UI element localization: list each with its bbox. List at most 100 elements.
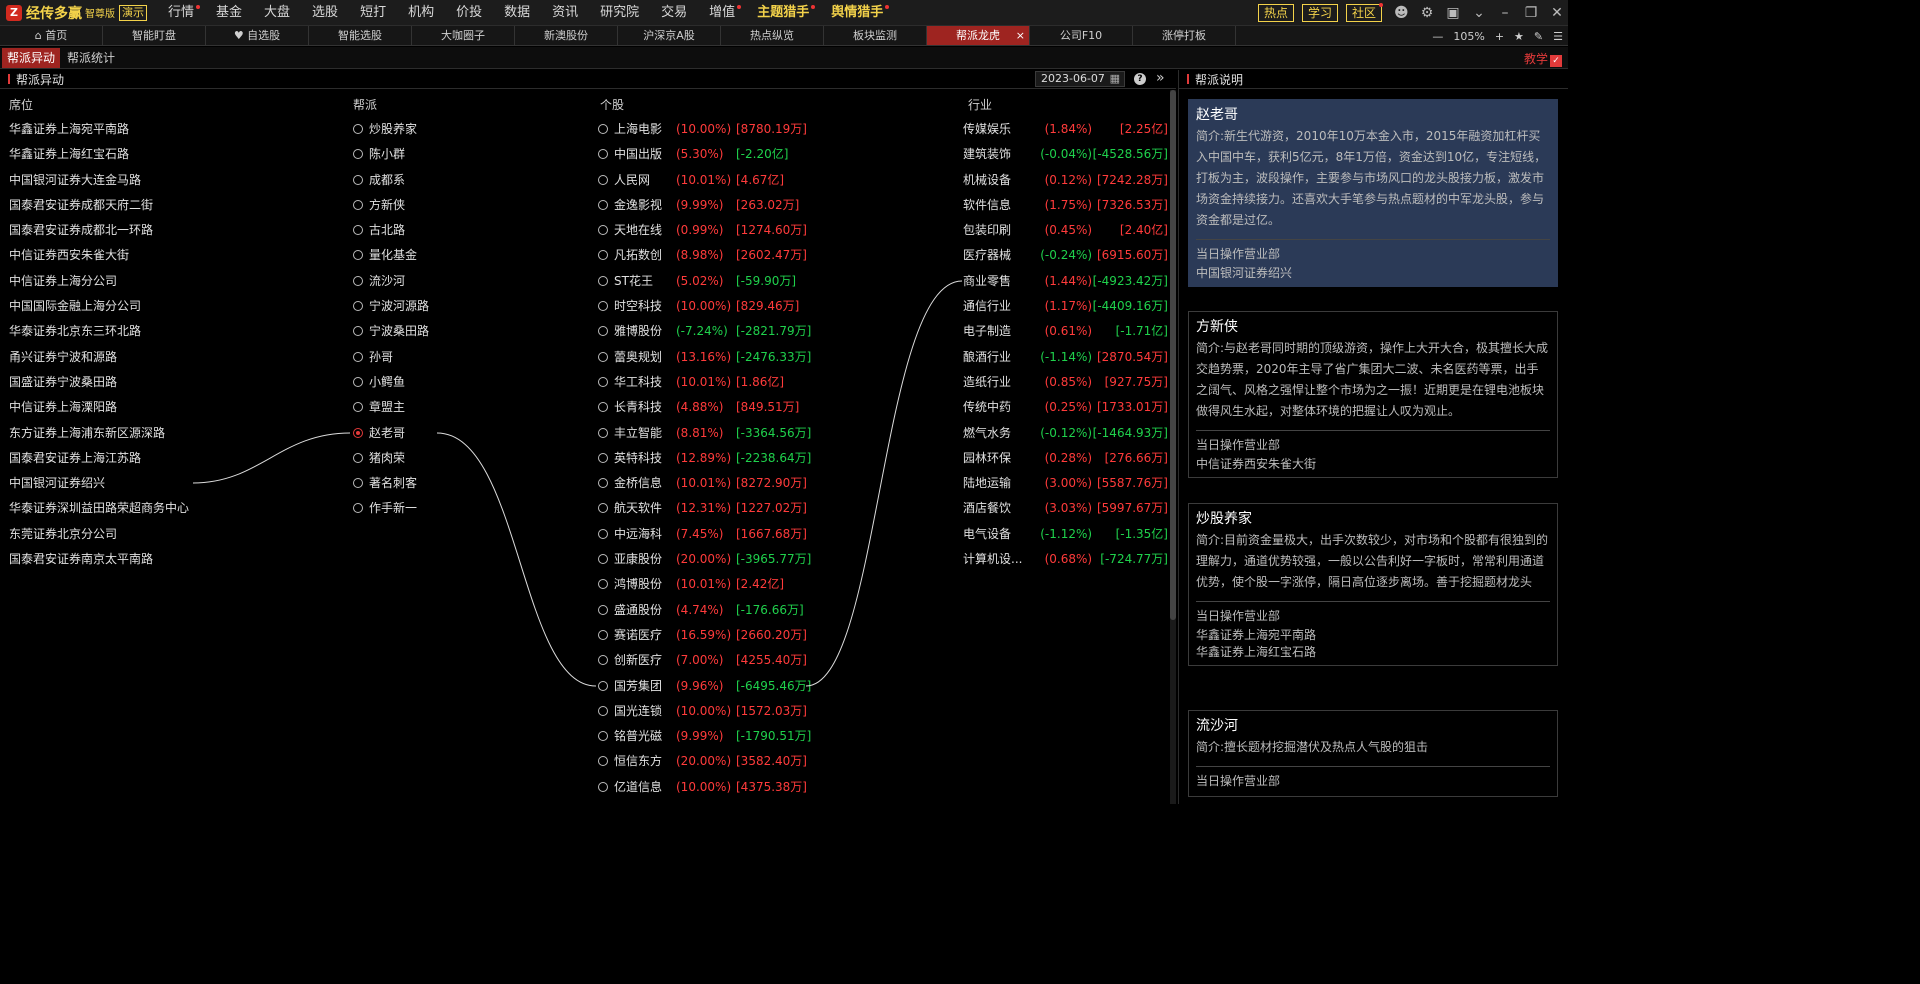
- stock-item[interactable]: 亚康股份 (20.00%) [-3965.77万]: [598, 551, 858, 576]
- radio-button[interactable]: [598, 124, 608, 134]
- radio-button[interactable]: [353, 275, 363, 286]
- tab-item[interactable]: 智能选股: [309, 26, 412, 45]
- faction-item[interactable]: 作手新一: [353, 500, 553, 525]
- seat-item[interactable]: 中信证券西安朱雀大街: [9, 247, 339, 272]
- menu-item[interactable]: 机构: [397, 0, 445, 26]
- faction-item[interactable]: 著名刺客: [353, 475, 553, 500]
- stock-item[interactable]: 上海电影 (10.00%) [8780.19万]: [598, 121, 858, 146]
- tab-faction-stats[interactable]: 帮派统计: [62, 48, 120, 68]
- seat-item[interactable]: 中信证券上海分公司: [9, 273, 339, 298]
- faction-item[interactable]: 量化基金: [353, 247, 553, 272]
- expand-icon[interactable]: »: [1156, 70, 1165, 86]
- date-picker[interactable]: 2023-06-07 ▦: [1035, 71, 1125, 87]
- radio-button[interactable]: [598, 351, 608, 362]
- seat-item[interactable]: 国泰君安证券南京太平南路: [9, 551, 339, 576]
- stock-item[interactable]: 长青科技 (4.88%) [849.51万]: [598, 399, 858, 424]
- faction-item[interactable]: 成都系: [353, 172, 553, 197]
- pen-icon[interactable]: ✎: [1534, 30, 1543, 43]
- industry-item[interactable]: 通信行业 (1.17%) [-4409.16万]: [963, 298, 1168, 323]
- stock-item[interactable]: 亿道信息 (10.00%) [4375.38万]: [598, 779, 858, 804]
- industry-item[interactable]: 电子制造 (0.61%) [-1.71亿]: [963, 323, 1168, 348]
- seat-item[interactable]: 华泰证券深圳益田路荣超商务中心: [9, 500, 339, 525]
- demo-badge[interactable]: 演示: [119, 4, 147, 21]
- stock-item[interactable]: 华工科技 (10.01%) [1.86亿]: [598, 374, 858, 399]
- industry-item[interactable]: 陆地运输 (3.00%) [5587.76万]: [963, 475, 1168, 500]
- stock-item[interactable]: 人民网 (10.01%) [4.67亿]: [598, 172, 858, 197]
- seat-item[interactable]: 国泰君安证券成都天府二街: [9, 197, 339, 222]
- hot-button[interactable]: 热点: [1257, 4, 1294, 22]
- radio-button[interactable]: [353, 250, 363, 261]
- dept-seat[interactable]: 华鑫证券上海红宝石路: [1196, 644, 1550, 661]
- radio-button[interactable]: [598, 503, 608, 514]
- radio-button[interactable]: [353, 225, 363, 236]
- gear-icon[interactable]: ⚙: [1420, 5, 1434, 21]
- radio-button[interactable]: [353, 174, 363, 185]
- faction-card[interactable]: 炒股养家 简介:目前资金量极大，出手次数较少，对市场和个股都有很独到的理解力，通道…: [1188, 503, 1558, 666]
- faction-item[interactable]: 宁波河源路: [353, 298, 553, 323]
- radio-button[interactable]: [598, 604, 608, 615]
- radio-button[interactable]: [353, 478, 363, 489]
- faction-card[interactable]: 赵老哥 简介:新生代游资，2010年10万本金入市，2015年融资加杠杆买入中国中…: [1188, 99, 1558, 287]
- industry-item[interactable]: 商业零售 (1.44%) [-4923.42万]: [963, 273, 1168, 298]
- tab-item[interactable]: 公司F10: [1030, 26, 1133, 45]
- menu-item[interactable]: 舆情猎手: [820, 0, 894, 26]
- radio-button[interactable]: [353, 452, 363, 463]
- scrollbar-thumb[interactable]: [1170, 90, 1176, 620]
- tab-item[interactable]: ♥ 自选股: [206, 26, 309, 45]
- radio-button[interactable]: [598, 554, 608, 565]
- stock-item[interactable]: 铭普光磁 (9.99%) [-1790.51万]: [598, 728, 858, 753]
- dept-seat[interactable]: 华鑫证券上海宛平南路: [1196, 627, 1550, 644]
- learn-button[interactable]: 学习: [1301, 4, 1338, 22]
- seat-item[interactable]: 华鑫证券上海宛平南路: [9, 121, 339, 146]
- seat-item[interactable]: 中信证券上海溧阳路: [9, 399, 339, 424]
- dept-seat[interactable]: 中国银河证券绍兴: [1196, 265, 1550, 282]
- radio-button[interactable]: [598, 174, 608, 185]
- radio-button[interactable]: [353, 326, 363, 337]
- industry-item[interactable]: 电气设备 (-1.12%) [-1.35亿]: [963, 526, 1168, 551]
- radio-button[interactable]: [598, 705, 608, 716]
- industry-item[interactable]: 园林环保 (0.28%) [276.66万]: [963, 450, 1168, 475]
- radio-button[interactable]: [353, 351, 363, 362]
- industry-item[interactable]: 包装印刷 (0.45%) [2.40亿]: [963, 222, 1168, 247]
- layout-icon[interactable]: ☰: [1553, 30, 1563, 43]
- radio-button[interactable]: [598, 478, 608, 489]
- radio-button[interactable]: [353, 199, 363, 210]
- industry-item[interactable]: 软件信息 (1.75%) [7326.53万]: [963, 197, 1168, 222]
- faction-item[interactable]: 流沙河: [353, 273, 553, 298]
- tab-item[interactable]: 智能盯盘: [103, 26, 206, 45]
- menu-item[interactable]: 行情: [157, 0, 205, 26]
- industry-item[interactable]: 计算机设... (0.68%) [-724.77万]: [963, 551, 1168, 576]
- menu-item[interactable]: 选股: [301, 0, 349, 26]
- faction-item[interactable]: 赵老哥: [353, 425, 553, 450]
- menu-item[interactable]: 数据: [493, 0, 541, 26]
- industry-item[interactable]: 传媒娱乐 (1.84%) [2.25亿]: [963, 121, 1168, 146]
- tab-faction-moves[interactable]: 帮派异动: [2, 47, 61, 68]
- app-logo[interactable]: Z 经传多赢 智尊版 演示: [0, 0, 147, 26]
- community-button[interactable]: 社区: [1345, 3, 1383, 22]
- user-icon[interactable]: ☻: [1394, 5, 1409, 21]
- seat-item[interactable]: 中国国际金融上海分公司: [9, 298, 339, 323]
- stock-item[interactable]: 英特科技 (12.89%) [-2238.64万]: [598, 450, 858, 475]
- seat-item[interactable]: 华鑫证券上海红宝石路: [9, 146, 339, 171]
- radio-button[interactable]: [598, 452, 608, 463]
- radio-button[interactable]: [598, 301, 608, 312]
- close-icon[interactable]: ✕: [1550, 5, 1564, 21]
- seat-item[interactable]: 中国银河证券大连金马路: [9, 172, 339, 197]
- faction-item[interactable]: 陈小群: [353, 146, 553, 171]
- calendar-icon[interactable]: ▦: [1110, 72, 1120, 86]
- seat-item[interactable]: 国泰君安证券上海江苏路: [9, 450, 339, 475]
- radio-button[interactable]: [353, 376, 363, 387]
- stock-item[interactable]: ST花王 (5.02%) [-59.90万]: [598, 273, 858, 298]
- industry-item[interactable]: 造纸行业 (0.85%) [927.75万]: [963, 374, 1168, 399]
- radio-button[interactable]: [598, 680, 608, 691]
- faction-item[interactable]: 小鳄鱼: [353, 374, 553, 399]
- tab-item[interactable]: 大咖圈子: [412, 26, 515, 45]
- menu-item[interactable]: 短打: [349, 0, 397, 26]
- seat-item[interactable]: 国泰君安证券成都北一环路: [9, 222, 339, 247]
- menu-item[interactable]: 研究院: [589, 0, 650, 26]
- faction-item[interactable]: 炒股养家: [353, 121, 553, 146]
- star-icon[interactable]: ★: [1514, 30, 1524, 43]
- teach-button[interactable]: 教学 ✓: [1524, 50, 1562, 67]
- radio-button[interactable]: [598, 528, 608, 539]
- tab-item[interactable]: 新澳股份: [515, 26, 618, 45]
